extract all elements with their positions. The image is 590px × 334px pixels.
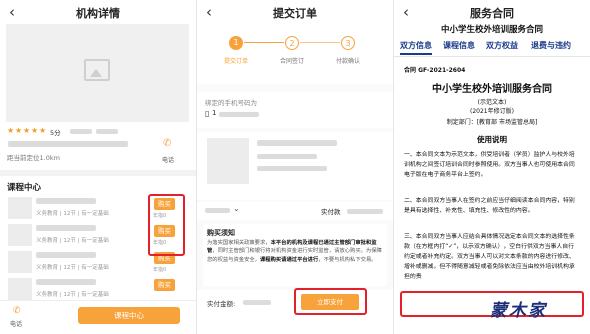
highlight-box — [148, 194, 185, 256]
step-1-label: 提交订单 — [223, 58, 248, 65]
bottom-phone-label: 电话 — [10, 321, 23, 328]
image-placeholder-icon — [84, 59, 110, 81]
page-title: 提交订单 — [273, 7, 317, 20]
course-item[interactable]: 义务教育 | 12节 | 有一定基础 购买 — [6, 276, 192, 302]
contract-paragraph: 二、本合同双方当事人在签约之前应当仔细阅读本合同内容，特别是具有选择性、补充性、… — [404, 198, 575, 214]
notice-title: 购买须知 — [207, 229, 235, 237]
notice-text: 为落实国家相关政策要求，本平台的机构及课程已通过主管部门审批和监管，同时主管部门… — [207, 239, 383, 264]
course-center-button[interactable]: 课程中心 — [78, 307, 180, 324]
step-2-label: 合同签订 — [279, 58, 304, 65]
star-icon: ★ — [7, 126, 15, 135]
course-thumbnail — [8, 278, 32, 300]
top-bar: ‹ 提交订单 — [197, 0, 393, 26]
star-icon: ★ — [15, 126, 23, 135]
step-3-indicator: 3 — [341, 36, 355, 50]
rating-score: 5分 — [50, 129, 61, 137]
usage-section-title: 使用说明 — [477, 135, 507, 144]
notice-text-d: 课程购买请通过平台进行 — [259, 256, 319, 263]
contract-heading: 中小学生校外培训服务合同 — [440, 25, 543, 35]
notice-text-a: 为落实国家相关政策要求， — [207, 240, 271, 246]
blurred-course-name — [36, 279, 96, 285]
watermark-logo: 蒙木家 — [490, 301, 547, 321]
step-connector — [300, 42, 340, 43]
blurred-course-name — [36, 252, 96, 258]
tab-refund-breach[interactable]: 退费与违约 — [531, 40, 571, 51]
contract-title: 中小学生校外培训服务合同 — [432, 84, 552, 95]
stepper — [197, 26, 393, 84]
order-item-section — [197, 132, 393, 200]
course-subtitle: 义务教育 | 12节 | 有一定基础 — [36, 238, 109, 244]
blurred-text — [70, 129, 92, 134]
institution-image-placeholder — [6, 24, 189, 122]
course-subtitle: 义务教育 | 12节 | 有一定基础 — [36, 292, 109, 298]
submit-order-screen: ‹ 提交订单 1 2 3 提交订单 合同签订 付款确认 绑定的手机号码为 ▯ 1… — [197, 0, 393, 334]
blurred-text — [205, 208, 230, 213]
phone-label: 绑定的手机号码为 — [205, 99, 257, 107]
step-3-label: 付款确认 — [335, 58, 360, 65]
blurred-text — [96, 129, 118, 134]
buy-button[interactable]: 购买 — [154, 279, 175, 291]
star-icon: ★ — [23, 126, 31, 135]
page-title: 机构详情 — [76, 7, 120, 20]
blurred-course-info — [257, 166, 327, 171]
course-thumbnail — [8, 197, 32, 219]
phone-prefix: 1 — [212, 109, 217, 117]
phone-icon[interactable]: ✆ — [163, 138, 175, 150]
step-connector — [244, 42, 284, 43]
phone-label: 电话 — [162, 157, 175, 164]
tab-party-info[interactable]: 双方信息 — [400, 40, 432, 51]
service-contract-screen: ‹ 服务合同 中小学生校外培训服务合同 双方信息 课程信息 双方权益 退费与违约… — [394, 0, 590, 334]
blurred-course-name — [36, 198, 96, 204]
phone-icon: ▯ — [205, 109, 210, 118]
active-tab-indicator — [400, 53, 432, 55]
step-1-indicator: 1 — [229, 36, 243, 50]
highlight-box — [294, 288, 367, 315]
tab-divider — [394, 56, 590, 57]
institution-detail-screen: ‹ 机构详情 ★ ★ ★ ★ ★ 5分 距当前定位1.0km ✆ 电话 课程中心… — [0, 0, 196, 334]
notice-text-e: ，不要与机构私下交易。 — [318, 256, 377, 263]
contract-number: 合同 GF-2021-2604 — [404, 67, 466, 74]
notice-card: 购买须知 为落实国家相关政策要求，本平台的机构及课程已通过主管部门审批和监管，同… — [203, 224, 387, 286]
chevron-down-icon[interactable]: ⌄ — [233, 204, 240, 213]
star-icon: ★ — [31, 126, 39, 135]
blurred-amount — [243, 300, 271, 305]
step-2-indicator: 2 — [285, 36, 299, 50]
top-bar: ‹ 机构详情 — [0, 0, 196, 26]
blurred-course-name — [257, 140, 337, 146]
contract-department: 制定部门：[教育部 市场监管总局] — [446, 119, 538, 126]
page-title: 服务合同 — [470, 7, 514, 20]
contract-version: (2021年修订版) — [470, 108, 514, 115]
blurred-address — [8, 141, 128, 147]
section-separator — [0, 170, 196, 176]
course-thumbnail — [8, 224, 32, 246]
phone-icon[interactable]: ✆ — [13, 306, 21, 316]
course-subtitle: 义务教育 | 12节 | 有一定基础 — [36, 211, 109, 217]
blurred-course-name — [36, 225, 96, 231]
blurred-course-info — [257, 154, 317, 159]
contract-paragraph: 一、本合同文本为示范文本，供受培训者（学员）监护人与校外培训机构之间签订培训合同… — [404, 152, 575, 178]
tab-course-info[interactable]: 课程信息 — [443, 40, 475, 51]
phone-section: 绑定的手机号码为 ▯ 1 — [197, 92, 393, 128]
course-thumbnail — [8, 251, 32, 273]
blurred-phone — [219, 112, 259, 117]
bottom-bar: ✆ 电话 课程中心 — [0, 300, 196, 334]
section-title: 课程中心 — [7, 183, 42, 193]
payment-row: ⌄ 实付款 — [197, 202, 393, 220]
course-thumbnail — [207, 138, 249, 184]
contract-subtitle: (示范文本) — [477, 99, 507, 106]
pay-label: 实付款 — [321, 208, 341, 216]
star-icon: ★ — [39, 126, 47, 135]
tab-rights[interactable]: 双方权益 — [486, 40, 518, 51]
course-subtitle: 义务教育 | 12节 | 有一定基础 — [36, 265, 109, 271]
blurred-amount — [347, 209, 383, 214]
amount-label: 实付金额: — [207, 300, 236, 308]
distance-text: 距当前定位1.0km — [7, 154, 60, 162]
course-note: 年指0 — [153, 267, 167, 273]
